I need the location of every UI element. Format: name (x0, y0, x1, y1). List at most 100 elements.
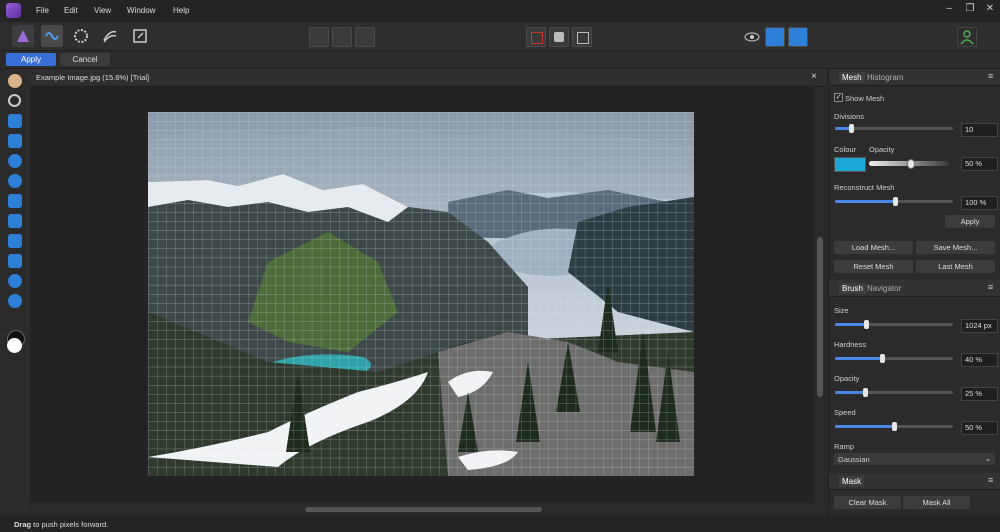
hand-tool-icon[interactable] (8, 74, 22, 88)
push-left-tool-icon[interactable] (8, 134, 22, 148)
clear-mask-button[interactable]: Clear Mask (834, 496, 901, 509)
size-label: Size (834, 306, 849, 315)
grid-button-2[interactable] (332, 27, 352, 47)
export-persona-icon[interactable] (129, 25, 151, 47)
menu-view[interactable]: View (94, 6, 111, 15)
document-title: Example Image.jpg (15.6%) [Trial] (36, 73, 150, 82)
tab-navigator[interactable]: Navigator (864, 283, 904, 294)
ramp-dropdown[interactable]: Gaussian ⌄ (834, 453, 995, 465)
photo-with-mesh[interactable] (148, 112, 694, 476)
apply-button[interactable]: Apply (6, 53, 56, 66)
last-mesh-button[interactable]: Last Mesh (916, 260, 995, 273)
load-mesh-button[interactable]: Load Mesh... (834, 241, 913, 254)
push-forward-tool-icon[interactable] (8, 114, 22, 128)
brush-panel-header: Brush Navigator ≡ (829, 280, 1000, 297)
horizontal-scrollbar[interactable] (30, 503, 814, 516)
reconstruct-tool-icon[interactable] (8, 274, 22, 288)
chevron-down-icon: ⌄ (985, 454, 992, 463)
menu-help[interactable]: Help (173, 6, 189, 15)
horizontal-scroll-thumb[interactable] (305, 507, 542, 512)
menu-edit[interactable]: Edit (64, 6, 78, 15)
mesh-opacity-field[interactable]: 50 % (961, 157, 998, 171)
document-tab[interactable]: Example Image.jpg (15.6%) [Trial] × (30, 69, 826, 87)
status-hint-bold: Drag (14, 520, 32, 529)
close-document-icon[interactable]: × (811, 71, 817, 82)
mesh-view-button[interactable] (765, 27, 785, 47)
panel-menu-icon[interactable]: ≡ (988, 71, 993, 81)
context-toolbar: Apply Cancel (0, 51, 1000, 69)
save-mesh-button[interactable]: Save Mesh... (916, 241, 995, 254)
hardness-field[interactable]: 40 % (961, 353, 998, 367)
opacity-label: Opacity (834, 374, 860, 383)
primary-colour-swatch[interactable] (7, 338, 22, 353)
twirl-tool-icon[interactable] (8, 154, 22, 168)
grid-button-1[interactable] (309, 27, 329, 47)
tab-mask[interactable]: Mask (839, 476, 865, 487)
tab-brush[interactable]: Brush (839, 283, 866, 294)
status-bar: Drag to push pixels forward. (0, 516, 1000, 532)
speed-field[interactable]: 50 % (961, 421, 998, 435)
reconstruct-slider[interactable] (835, 197, 953, 206)
clone-tool-icon[interactable] (8, 294, 22, 308)
divisions-label: Divisions (834, 112, 865, 121)
mesh-opacity-slider[interactable] (869, 159, 949, 169)
photo-persona-icon[interactable] (12, 25, 34, 47)
maximize-icon[interactable]: ❐ (963, 3, 977, 14)
mesh-fit-button[interactable] (788, 27, 808, 47)
tab-histogram[interactable]: Histogram (864, 72, 906, 83)
menu-bar: File Edit View Window Help – ❐ ✕ (0, 0, 1000, 22)
hardness-label: Hardness (834, 340, 867, 349)
divisions-field[interactable]: 10 (961, 123, 998, 137)
turbulence-tool-icon[interactable] (8, 214, 22, 228)
close-window-icon[interactable]: ✕ (983, 3, 997, 14)
toolbar (0, 22, 1000, 51)
mesh-colour-swatch[interactable] (834, 157, 866, 172)
size-field[interactable]: 1024 px (961, 319, 998, 333)
vertical-scrollbar[interactable] (814, 87, 826, 503)
brush-opacity-slider[interactable] (835, 388, 953, 397)
size-slider[interactable] (835, 320, 953, 329)
menu-window[interactable]: Window (127, 6, 155, 15)
reconstruct-apply-button[interactable]: Apply (945, 215, 995, 228)
pinch-tool-icon[interactable] (8, 174, 22, 188)
view-mode-button-3[interactable] (572, 27, 592, 47)
panel-menu-icon[interactable]: ≡ (988, 282, 993, 292)
punch-tool-icon[interactable] (8, 194, 22, 208)
show-mesh-label: Show Mesh (845, 94, 885, 103)
eye-icon[interactable] (742, 27, 762, 47)
ramp-value: Gaussian (838, 455, 870, 464)
liquify-persona-icon[interactable] (41, 25, 63, 47)
tone-mapping-persona-icon[interactable] (99, 25, 121, 47)
brush-opacity-field[interactable]: 25 % (961, 387, 998, 401)
minimize-icon[interactable]: – (942, 3, 956, 14)
status-hint-text: to push pixels forward. (31, 520, 109, 529)
ramp-label: Ramp (834, 442, 855, 451)
zoom-tool-icon[interactable] (8, 94, 21, 107)
panel-menu-icon[interactable]: ≡ (988, 475, 993, 485)
right-panel: Mesh Histogram ≡ ✓ Show Mesh Divisions 1… (828, 69, 1000, 532)
divisions-slider[interactable] (835, 124, 953, 133)
view-mode-button-1[interactable] (526, 27, 546, 47)
grid-button-3[interactable] (355, 27, 375, 47)
thaw-tool-icon[interactable] (8, 254, 22, 268)
cancel-button[interactable]: Cancel (60, 53, 110, 66)
reconstruct-field[interactable]: 100 % (961, 196, 998, 210)
freeze-tool-icon[interactable] (8, 234, 22, 248)
speed-label: Speed (834, 408, 856, 417)
speed-slider[interactable] (835, 422, 953, 431)
colour-label: Colour (834, 145, 857, 154)
mask-panel-header: Mask ≡ (829, 473, 1000, 490)
opacity-label: Opacity (869, 145, 895, 154)
view-mode-button-2[interactable] (549, 27, 569, 47)
tools-panel (0, 69, 30, 516)
reset-mesh-button[interactable]: Reset Mesh (834, 260, 913, 273)
hardness-slider[interactable] (835, 354, 953, 363)
mask-all-button[interactable]: Mask All (903, 496, 970, 509)
tab-mesh[interactable]: Mesh (839, 72, 865, 83)
menu-file[interactable]: File (36, 6, 49, 15)
vertical-scroll-thumb[interactable] (817, 237, 823, 397)
user-account-icon[interactable] (957, 27, 977, 47)
develop-persona-icon[interactable] (70, 25, 92, 47)
show-mesh-checkbox[interactable]: ✓ (834, 93, 843, 102)
reconstruct-label: Reconstruct Mesh (834, 183, 895, 192)
